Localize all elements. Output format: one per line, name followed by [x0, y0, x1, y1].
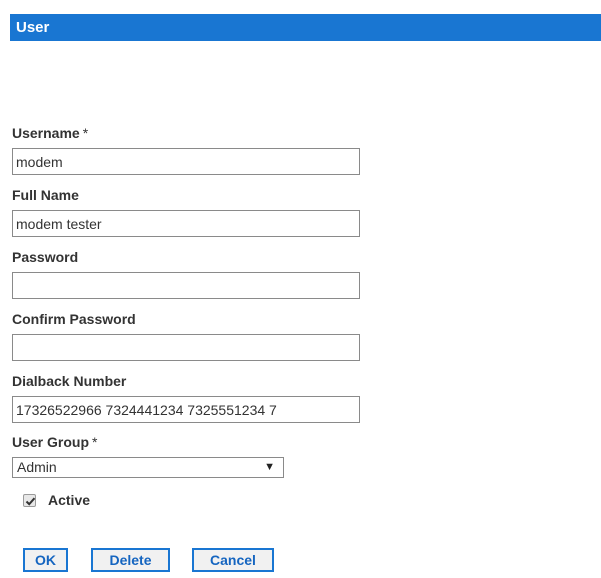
active-label: Active	[48, 492, 91, 508]
password-label: Password	[12, 249, 78, 265]
required-marker: *	[82, 125, 89, 141]
confirm-password-input[interactable]	[12, 334, 360, 361]
chevron-down-icon: ▼	[264, 461, 275, 473]
active-checkbox-row[interactable]: Active	[23, 489, 90, 511]
delete-button[interactable]: Delete	[91, 548, 170, 572]
confirm-password-label: Confirm Password	[12, 311, 136, 327]
checkmark-icon	[25, 497, 36, 506]
password-input[interactable]	[12, 272, 360, 299]
full-name-label: Full Name	[12, 187, 79, 203]
required-marker: *	[92, 434, 98, 450]
section-header: User	[10, 14, 601, 41]
password-label-text: Password	[12, 249, 79, 265]
section-title: User	[16, 19, 50, 36]
confirm-password-label-text: Confirm Password	[12, 311, 136, 327]
active-checkbox[interactable]	[23, 493, 36, 507]
user-form-page: User Username* Full Name Password Confir…	[0, 0, 601, 578]
user-group-label: User Group *	[12, 434, 97, 450]
username-label: Username *	[12, 125, 88, 141]
full-name-input[interactable]	[12, 210, 360, 237]
cancel-button[interactable]: Cancel	[192, 548, 274, 572]
dialback-number-input[interactable]	[12, 396, 360, 423]
dialback-number-label: Dialback Number	[12, 373, 126, 389]
username-input[interactable]	[12, 148, 360, 175]
username-label-text: Username	[12, 125, 80, 141]
full-name-label-text: Full Name	[12, 187, 79, 203]
user-group-label-text: User Group	[12, 434, 90, 450]
ok-button[interactable]: OK	[23, 548, 68, 572]
user-group-select[interactable]: Admin ▼	[12, 457, 284, 478]
dialback-number-label-text: Dialback Number	[12, 373, 127, 389]
user-group-selected-value: Admin	[17, 459, 57, 475]
